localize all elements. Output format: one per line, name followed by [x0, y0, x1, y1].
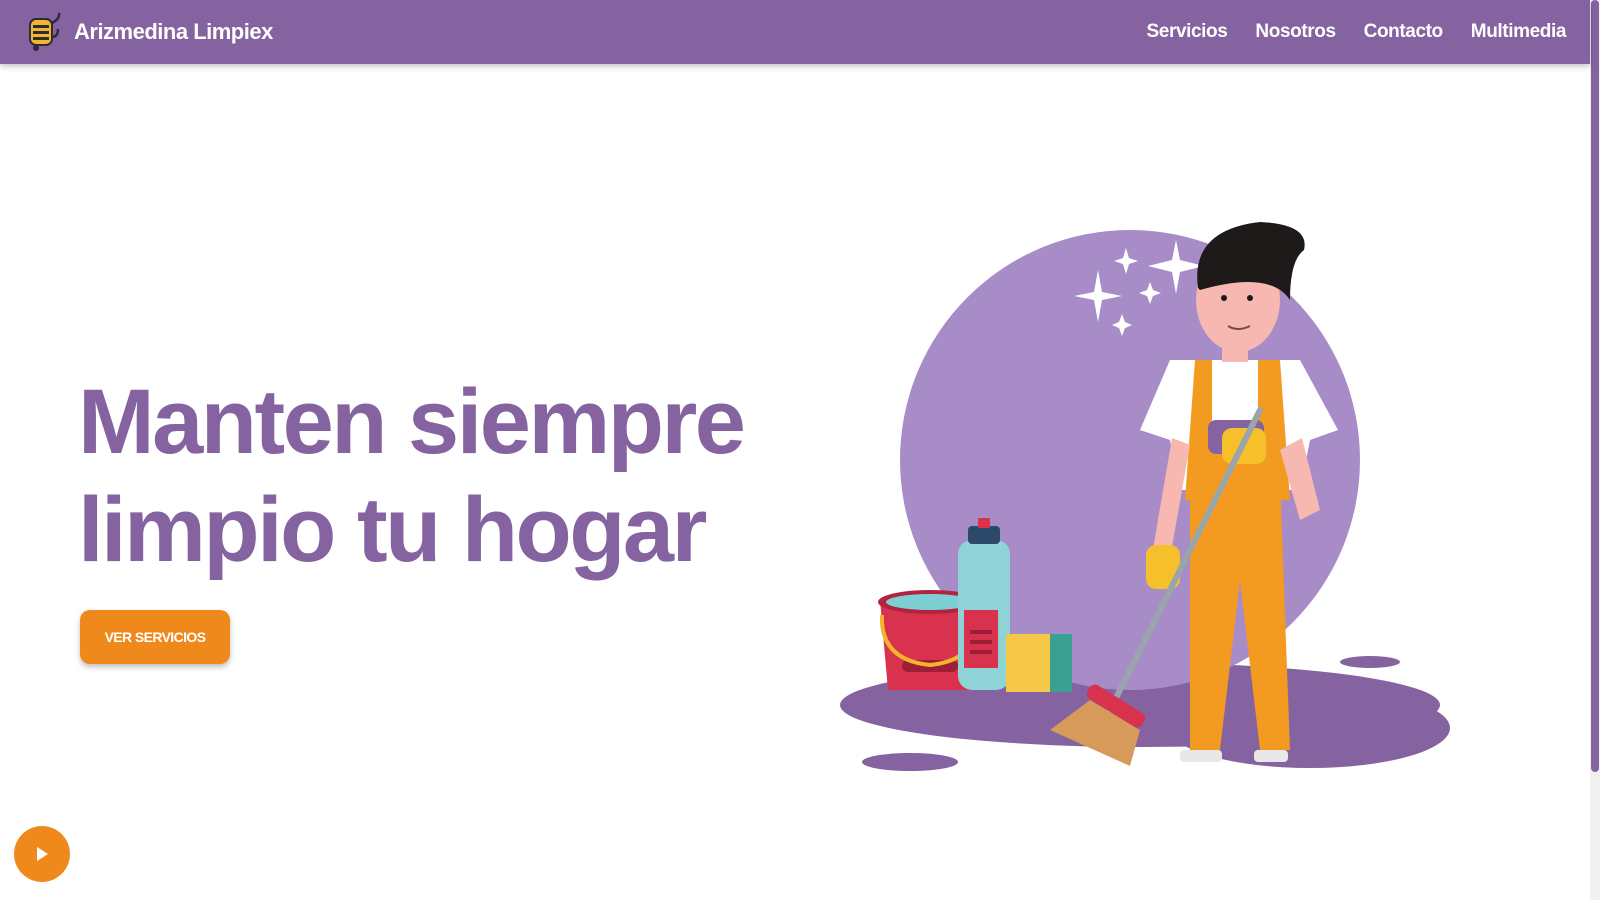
nav-item-contacto[interactable]: Contacto	[1364, 21, 1444, 43]
hero-title-line-2: limpio tu hogar	[78, 479, 707, 581]
vacuum-cleaner-icon	[29, 12, 61, 51]
page-scrollbar[interactable]	[1590, 0, 1600, 900]
brand-name: Arizmedina Limpiex	[74, 19, 273, 44]
hero-title: Manten siempre limpio tu hogar	[78, 368, 798, 584]
brand-link[interactable]: Arizmedina Limpiex	[24, 11, 273, 53]
main-nav: Servicios Nosotros Contacto Multimedia	[1147, 21, 1567, 43]
ver-servicios-button[interactable]: VER SERVICIOS	[80, 610, 230, 664]
hero-title-line-1: Manten siempre	[78, 371, 746, 473]
nav-item-multimedia[interactable]: Multimedia	[1471, 21, 1567, 43]
scrollbar-thumb[interactable]	[1591, 0, 1599, 772]
navbar: Arizmedina Limpiex Servicios Nosotros Co…	[0, 0, 1590, 64]
page: Arizmedina Limpiex Servicios Nosotros Co…	[0, 0, 1600, 900]
nav-item-nosotros[interactable]: Nosotros	[1255, 21, 1336, 43]
nav-item-servicios[interactable]: Servicios	[1147, 21, 1228, 43]
play-button[interactable]	[14, 826, 70, 882]
play-icon	[37, 847, 48, 861]
cleaner-with-broom-illustration	[840, 222, 1450, 771]
